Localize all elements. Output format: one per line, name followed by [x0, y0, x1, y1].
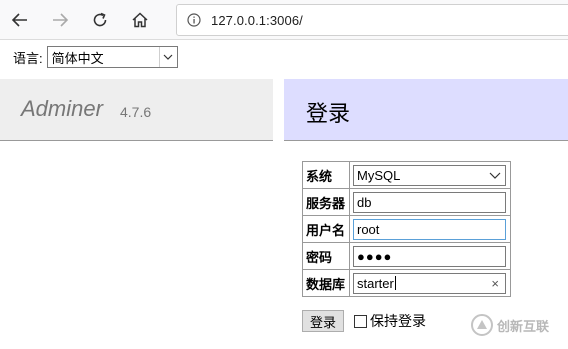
chevron-down-icon: [489, 169, 501, 184]
login-form-table: 系统 MySQL 服务器 db 用户名 root 密码 ●●●● 数据库 sta…: [302, 161, 511, 297]
database-row: 数据库 starter ×: [302, 269, 511, 297]
home-button[interactable]: [126, 6, 154, 34]
back-button[interactable]: [6, 6, 34, 34]
content-header: 登录: [284, 79, 568, 141]
login-submit-button[interactable]: 登录: [302, 310, 344, 332]
database-input[interactable]: starter ×: [353, 272, 506, 294]
watermark: 创新互联: [470, 313, 549, 337]
username-row: 用户名 root: [302, 215, 511, 243]
server-value: db: [357, 194, 372, 210]
back-arrow-icon: [11, 13, 27, 27]
database-label: 数据库: [302, 269, 350, 297]
forward-arrow-icon: [53, 13, 69, 27]
watermark-logo-icon: [471, 314, 493, 336]
address-text: 127.0.0.1:3006/: [211, 12, 303, 28]
system-select[interactable]: MySQL: [353, 164, 506, 186]
reload-button[interactable]: [86, 6, 114, 34]
page-title: 登录: [306, 101, 351, 126]
remember-login-row[interactable]: 保持登录: [354, 311, 426, 331]
app-name-link[interactable]: Adminer: [21, 96, 103, 122]
password-row: 密码 ●●●●: [302, 242, 511, 270]
system-row: 系统 MySQL: [302, 161, 511, 189]
info-icon[interactable]: [187, 13, 201, 27]
server-label: 服务器: [302, 188, 350, 216]
browser-toolbar: 127.0.0.1:3006/: [0, 0, 568, 40]
app-version: 4.7.6: [120, 104, 152, 120]
clear-icon[interactable]: ×: [491, 276, 499, 291]
password-mask: ●●●●: [357, 248, 393, 264]
text-cursor: [394, 276, 396, 290]
server-row: 服务器 db: [302, 188, 511, 216]
forward-button[interactable]: [46, 6, 74, 34]
database-value: starter: [357, 275, 394, 291]
chevron-down-icon: [158, 47, 177, 67]
home-icon: [132, 12, 148, 28]
password-label: 密码: [302, 242, 350, 270]
watermark-text: 创新互联: [497, 318, 550, 334]
language-label: 语言:: [13, 50, 43, 66]
menu-header: Adminer 4.7.6: [0, 79, 273, 141]
reload-icon: [93, 12, 107, 27]
username-input[interactable]: root: [353, 218, 506, 240]
system-label: 系统: [302, 161, 350, 189]
language-selected-value: 简体中文: [47, 47, 159, 67]
language-select[interactable]: 简体中文: [46, 46, 178, 68]
remember-login-checkbox[interactable]: [354, 314, 367, 328]
password-input[interactable]: ●●●●: [353, 245, 506, 267]
username-value: root: [357, 221, 380, 237]
username-label: 用户名: [302, 215, 350, 243]
remember-login-label: 保持登录: [370, 313, 426, 329]
address-bar[interactable]: 127.0.0.1:3006/: [176, 4, 568, 36]
server-input[interactable]: db: [353, 191, 506, 213]
language-row: 语言: 简体中文: [13, 46, 178, 68]
system-selected-value: MySQL: [357, 167, 401, 183]
